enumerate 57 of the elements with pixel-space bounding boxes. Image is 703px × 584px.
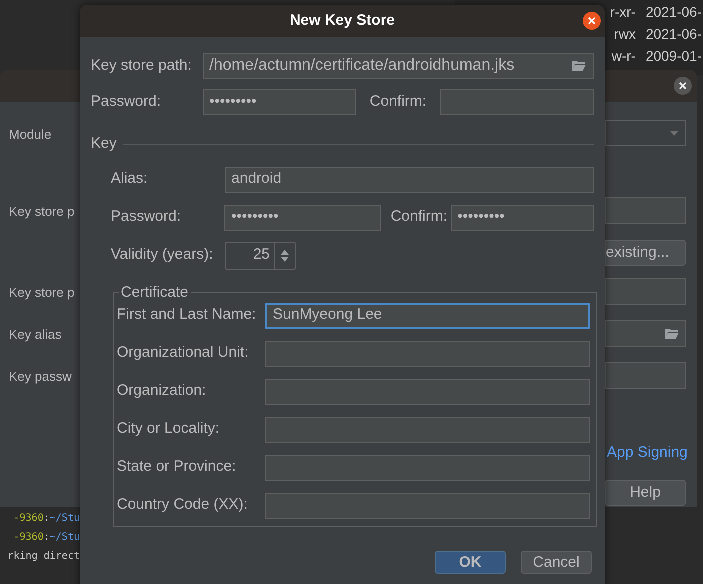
- form-label: Key passw: [9, 368, 72, 386]
- date-text: 2021-06-: [646, 24, 702, 44]
- dialog-title: New Key Store: [290, 10, 396, 31]
- app-signing-link[interactable]: App Signing: [607, 442, 688, 464]
- form-label: Key store path:: [91, 56, 193, 76]
- text-field[interactable]: [605, 362, 686, 389]
- form-label: Organizational Unit:: [117, 343, 250, 364]
- certificate-field[interactable]: [265, 378, 590, 404]
- key-store-path-field[interactable]: /home/actumn/certificate/androidhuman.jks: [202, 53, 594, 79]
- terminal-prompt: -9360:~/Stu: [14, 512, 80, 526]
- confirm-password-field[interactable]: [440, 89, 594, 115]
- certificate-field[interactable]: [265, 416, 590, 442]
- date-text: 2009-01-: [646, 46, 702, 66]
- form-label: Confirm:: [368, 92, 428, 112]
- terminal-line: rking direct: [8, 550, 80, 564]
- key-confirm-field[interactable]: •••••••••: [450, 204, 594, 230]
- form-label: Key store p: [9, 203, 75, 221]
- choose-existing-button[interactable]: existing...: [605, 240, 686, 266]
- close-icon[interactable]: [674, 77, 692, 95]
- form-label: City or Locality:: [117, 419, 221, 440]
- form-label: Password:: [111, 207, 182, 228]
- form-label: Validity (years):: [111, 245, 214, 266]
- terminal-prompt: -9360:~/Stu: [14, 531, 80, 545]
- form-label: Alias:: [111, 169, 149, 190]
- form-label: Country Code (XX):: [117, 495, 249, 516]
- permissions-text: rwx: [614, 24, 636, 44]
- permissions-text: r-xr-: [610, 2, 636, 22]
- text-field[interactable]: [605, 278, 686, 305]
- certificate-field[interactable]: [265, 340, 590, 366]
- form-label: Confirm:: [390, 207, 449, 228]
- folder-icon[interactable]: [571, 60, 587, 72]
- alias-field[interactable]: android: [224, 166, 594, 192]
- folder-icon[interactable]: [664, 328, 680, 340]
- close-icon[interactable]: [583, 12, 601, 30]
- ok-button[interactable]: OK: [435, 550, 506, 574]
- key-password-field[interactable]: •••••••••: [224, 204, 381, 230]
- password-field[interactable]: •••••••••: [202, 89, 356, 115]
- group-title: Key: [91, 134, 117, 154]
- form-label: First and Last Name:: [117, 305, 258, 326]
- cancel-button[interactable]: Cancel: [521, 550, 592, 574]
- certificate-field[interactable]: SunMyeong Lee: [265, 302, 590, 328]
- form-label: State or Province:: [117, 457, 238, 478]
- form-label: Module: [9, 126, 52, 144]
- form-label: Key store p: [9, 284, 75, 302]
- permissions-text: w-r-: [612, 46, 636, 66]
- path-field[interactable]: [605, 320, 686, 347]
- certificate-field[interactable]: [265, 492, 590, 518]
- form-label: Key alias: [9, 326, 62, 344]
- dropdown-caret-icon: [670, 130, 679, 136]
- validity-spinner[interactable]: 25: [225, 242, 296, 270]
- date-text: 2021-06-: [646, 2, 702, 22]
- module-dropdown[interactable]: [605, 120, 686, 146]
- certificate-field[interactable]: [265, 454, 590, 480]
- form-label: Password:: [91, 92, 162, 112]
- text-field[interactable]: [605, 197, 686, 224]
- form-label: Organization:: [117, 381, 208, 402]
- help-button[interactable]: Help: [605, 480, 686, 506]
